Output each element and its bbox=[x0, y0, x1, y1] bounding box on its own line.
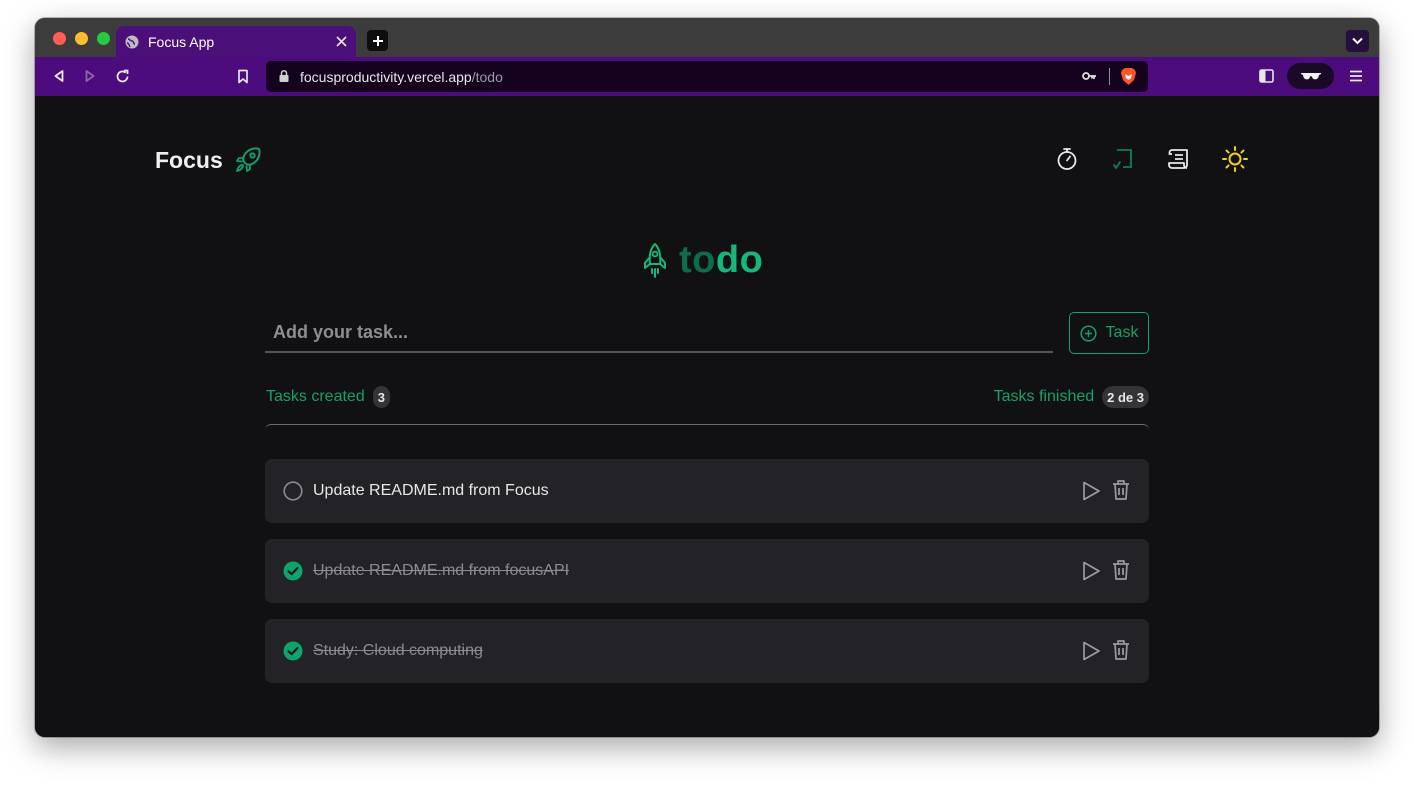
minimize-window-button[interactable] bbox=[75, 32, 88, 45]
tasks-created-label: Tasks created bbox=[266, 388, 365, 405]
page-content: Focus todo Task Tasks bbox=[35, 96, 1379, 737]
close-window-button[interactable] bbox=[53, 32, 66, 45]
back-button[interactable] bbox=[49, 66, 69, 86]
brand[interactable]: Focus bbox=[155, 146, 262, 174]
play-icon[interactable] bbox=[1080, 480, 1102, 502]
task-input[interactable] bbox=[265, 313, 1053, 353]
url-host: focusproductivity.vercel.app bbox=[300, 69, 472, 85]
back-arrow-icon bbox=[54, 70, 64, 82]
tab-strip: Focus App bbox=[35, 18, 1379, 57]
task-row: Study: Cloud computing bbox=[265, 619, 1149, 683]
reload-button[interactable] bbox=[112, 66, 132, 86]
private-window-button[interactable] bbox=[1287, 63, 1334, 89]
trash-icon[interactable] bbox=[1111, 639, 1131, 661]
key-icon[interactable] bbox=[1082, 69, 1097, 88]
separator bbox=[1109, 68, 1110, 85]
stopwatch-icon bbox=[1057, 148, 1077, 170]
checked-circle-icon[interactable] bbox=[283, 561, 303, 581]
tasks-finished-label: Tasks finished bbox=[993, 388, 1095, 405]
tab-title: Focus App bbox=[148, 33, 215, 50]
bookmark-button[interactable] bbox=[233, 66, 253, 86]
reload-icon bbox=[116, 69, 128, 82]
task-row: Update README.md from Focus bbox=[265, 459, 1149, 523]
nav-timer-button[interactable] bbox=[1054, 146, 1080, 172]
plus-icon bbox=[372, 35, 383, 46]
nav-todo-button[interactable] bbox=[1110, 146, 1136, 172]
todo-logo: todo bbox=[641, 239, 763, 282]
tasks-finished: Tasks finished 2 de 3 bbox=[994, 386, 1149, 408]
close-icon[interactable] bbox=[333, 33, 349, 49]
browser-window: Focus App focusproductivity.vercel.app/t… bbox=[35, 18, 1379, 737]
nav-notes-button[interactable] bbox=[1166, 146, 1192, 172]
url-text: focusproductivity.vercel.app/todo bbox=[300, 69, 503, 85]
glasses-icon bbox=[1300, 73, 1321, 80]
hamburger-icon bbox=[1350, 70, 1362, 82]
play-icon[interactable] bbox=[1080, 560, 1102, 582]
url-path: /todo bbox=[471, 69, 503, 85]
browser-toolbar: focusproductivity.vercel.app/todo bbox=[35, 57, 1379, 96]
list-divider bbox=[265, 424, 1149, 430]
trash-icon[interactable] bbox=[1111, 479, 1131, 501]
todo-title-do: do bbox=[715, 239, 764, 281]
address-bar[interactable]: focusproductivity.vercel.app/todo bbox=[266, 61, 1148, 92]
todo-title: todo bbox=[679, 239, 763, 282]
tasks-created: Tasks created 3 bbox=[266, 386, 390, 408]
add-task-button[interactable]: Task bbox=[1069, 312, 1149, 354]
tasks-finished-count: 2 de 3 bbox=[1102, 386, 1149, 408]
brand-name: Focus bbox=[155, 146, 223, 173]
theme-toggle-button[interactable] bbox=[1222, 146, 1248, 172]
play-icon[interactable] bbox=[1080, 640, 1102, 662]
task-row: Update README.md from focusAPI bbox=[265, 539, 1149, 603]
tab-focus-app[interactable]: Focus App bbox=[116, 26, 356, 57]
unchecked-circle-icon[interactable] bbox=[283, 481, 303, 501]
todo-checklist-icon bbox=[1113, 149, 1132, 170]
checked-circle-icon[interactable] bbox=[283, 641, 303, 661]
plus-circle-icon bbox=[1079, 324, 1097, 342]
rocket-icon bbox=[641, 242, 669, 280]
sidebar-icon bbox=[1258, 69, 1274, 83]
globe-icon bbox=[125, 35, 139, 49]
trash-icon[interactable] bbox=[1111, 559, 1131, 581]
task-text: Study: Cloud computing bbox=[313, 642, 483, 659]
menu-button[interactable] bbox=[1346, 66, 1366, 86]
forward-arrow-icon bbox=[85, 70, 95, 82]
bookmark-icon bbox=[238, 69, 248, 83]
task-text: Update README.md from Focus bbox=[313, 482, 549, 499]
sidebar-toggle-button[interactable] bbox=[1256, 66, 1276, 86]
add-task-label: Task bbox=[1105, 324, 1139, 341]
tasks-created-count: 3 bbox=[372, 386, 390, 408]
sun-icon bbox=[1222, 146, 1248, 172]
forward-button[interactable] bbox=[80, 66, 100, 86]
tab-search-button[interactable] bbox=[1346, 30, 1369, 52]
task-text: Update README.md from focusAPI bbox=[313, 562, 570, 579]
maximize-window-button[interactable] bbox=[97, 32, 110, 45]
lock-icon bbox=[278, 69, 290, 83]
rocket-icon bbox=[234, 146, 262, 174]
chevron-down-icon bbox=[1352, 37, 1363, 45]
brave-shields-icon[interactable] bbox=[1120, 67, 1137, 91]
scroll-notes-icon bbox=[1168, 149, 1188, 169]
new-tab-button[interactable] bbox=[367, 30, 388, 51]
todo-title-to: to bbox=[679, 239, 716, 281]
